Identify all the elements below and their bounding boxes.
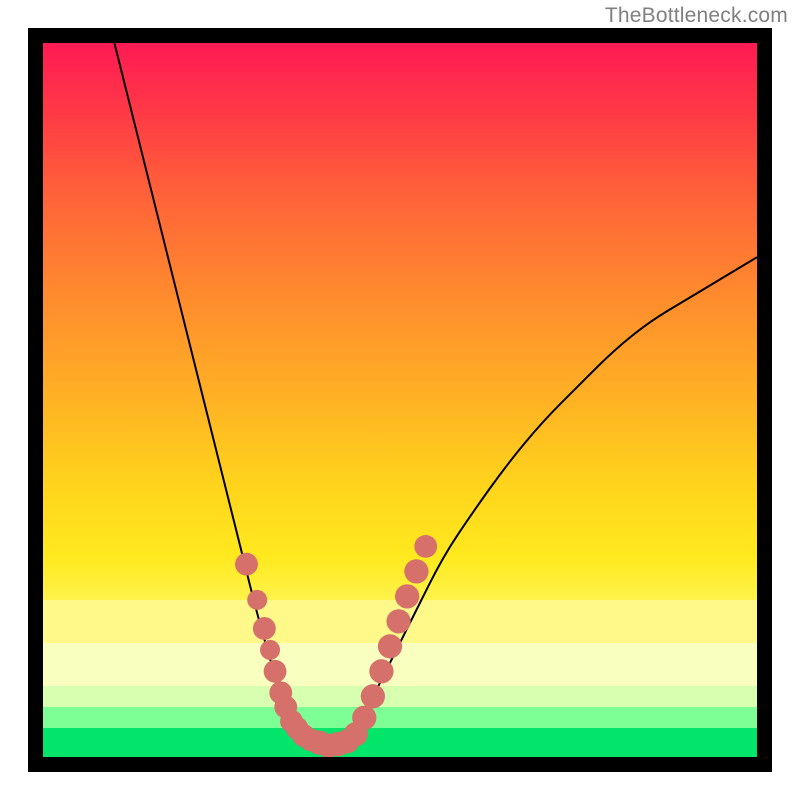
stage: TheBottleneck.com xyxy=(0,0,800,800)
chart-svg xyxy=(43,43,757,757)
curve-marker xyxy=(404,559,428,583)
curve-marker xyxy=(247,590,267,610)
curve-marker xyxy=(395,584,419,608)
bottleneck-curve xyxy=(114,43,757,745)
curve-marker xyxy=(253,617,276,640)
curve-marker xyxy=(378,634,402,658)
curve-marker xyxy=(260,640,280,660)
curve-marker xyxy=(235,553,258,576)
curve-marker xyxy=(264,660,287,683)
curve-marker xyxy=(386,609,410,633)
curve-marker xyxy=(369,659,393,683)
curve-marker xyxy=(414,535,437,558)
watermark-text: TheBottleneck.com xyxy=(605,4,788,28)
curve-marker xyxy=(361,684,385,708)
curve-marker xyxy=(352,706,376,730)
